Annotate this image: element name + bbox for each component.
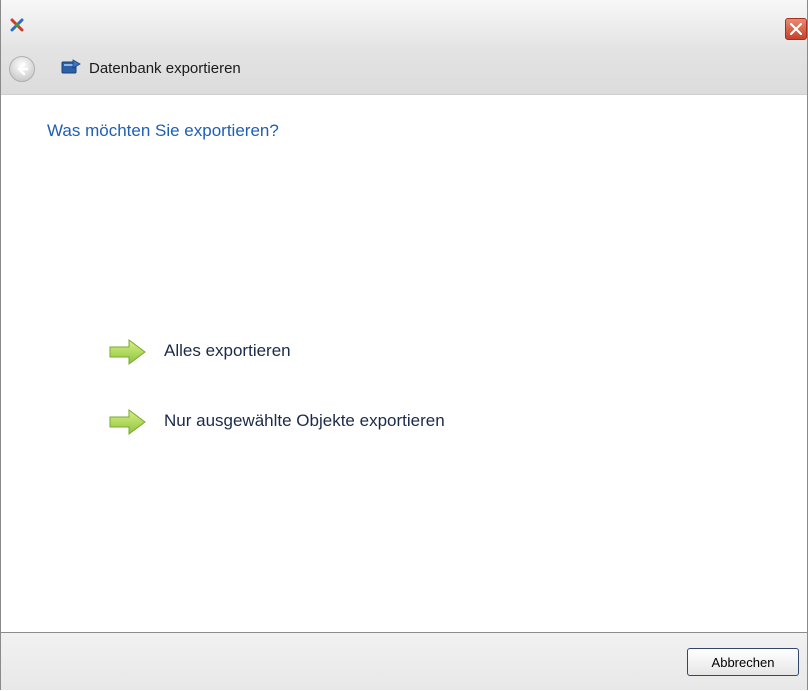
export-dialog: Datenbank exportieren Was möchten Sie ex… xyxy=(0,0,808,690)
arrow-right-icon xyxy=(109,408,147,441)
title-bar[interactable] xyxy=(1,0,807,44)
close-icon xyxy=(790,23,802,35)
arrow-right-icon xyxy=(109,338,147,371)
back-arrow-icon xyxy=(17,62,29,76)
close-button[interactable] xyxy=(785,18,807,40)
option-label: Alles exportieren xyxy=(164,341,291,360)
database-export-icon xyxy=(61,59,81,80)
option-label: Nur ausgewählte Objekte exportieren xyxy=(164,411,445,430)
cancel-button[interactable]: Abbrechen xyxy=(687,648,799,676)
export-all-option[interactable]: Alles exportieren xyxy=(109,338,329,366)
question-heading: Was möchten Sie exportieren? xyxy=(47,121,279,140)
app-icon xyxy=(10,18,24,32)
back-button[interactable] xyxy=(9,56,35,82)
page-title: Datenbank exportieren xyxy=(89,60,241,77)
export-selected-option[interactable]: Nur ausgewählte Objekte exportieren xyxy=(109,408,509,436)
